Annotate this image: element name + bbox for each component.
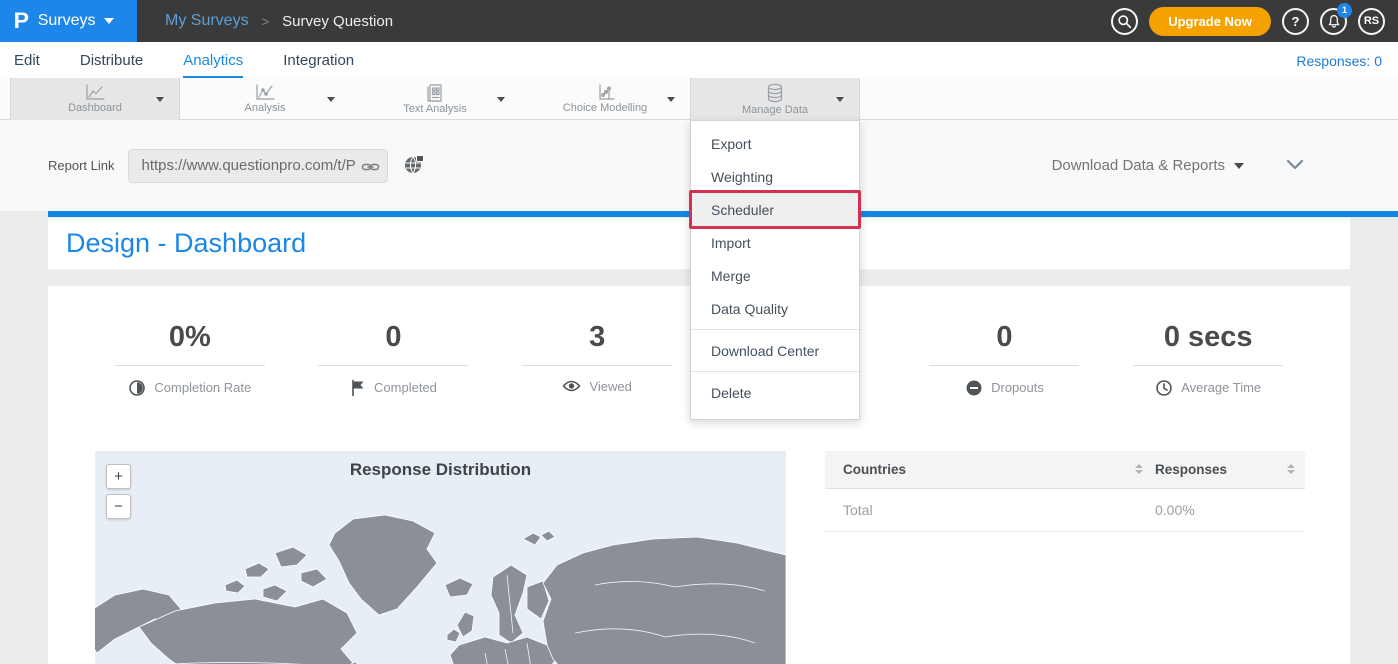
breadcrumb-current: Survey Question: [282, 13, 393, 30]
analysis-chart-icon: [255, 84, 275, 101]
tab-analysis[interactable]: Analysis: [180, 78, 350, 120]
total-responses-value: 0.00%: [1155, 502, 1305, 518]
countries-table: Countries Responses Total 0.00%: [825, 451, 1305, 532]
chevron-down-icon[interactable]: [497, 97, 505, 102]
menu-item-data-quality[interactable]: Data Quality: [691, 292, 859, 325]
responses-count: Responses: 0: [1296, 53, 1382, 78]
sort-countries-icon[interactable]: [1135, 464, 1143, 474]
minus-circle-icon: [965, 379, 983, 397]
report-link-field: [128, 149, 388, 183]
breadcrumb: My Surveys > Survey Question: [165, 12, 393, 30]
database-icon: [765, 83, 785, 103]
total-label: Total: [825, 502, 1155, 518]
breadcrumb-my-surveys[interactable]: My Surveys: [165, 12, 249, 30]
response-distribution-map: Response Distribution + −: [95, 451, 786, 664]
brand-label: Surveys: [38, 12, 96, 30]
search-button[interactable]: [1111, 8, 1138, 35]
completion-rate-icon: [128, 379, 146, 397]
top-bar: P Surveys My Surveys > Survey Question U…: [0, 0, 1398, 42]
menu-item-weighting[interactable]: Weighting: [691, 160, 859, 193]
globe-privacy-button[interactable]: [403, 153, 425, 178]
flag-icon: [350, 379, 366, 397]
table-row: Total 0.00%: [825, 489, 1305, 532]
menu-divider: [691, 371, 859, 372]
line-chart-icon: [85, 84, 105, 101]
report-link-input[interactable]: [129, 150, 387, 182]
countries-column-header: Countries: [843, 462, 906, 477]
nav-item-integration[interactable]: Integration: [283, 52, 354, 78]
notification-count-badge: 1: [1337, 3, 1352, 18]
nav-item-edit[interactable]: Edit: [14, 52, 40, 78]
link-icon[interactable]: [361, 158, 380, 181]
menu-item-download-center[interactable]: Download Center: [691, 334, 859, 367]
tab-manage-data[interactable]: Manage Data: [690, 78, 860, 120]
manage-data-dropdown-menu: Export Weighting Scheduler Import Merge …: [690, 120, 860, 420]
menu-item-export[interactable]: Export: [691, 127, 859, 160]
download-data-reports-dropdown[interactable]: Download Data & Reports: [1052, 157, 1244, 174]
page-title: Design - Dashboard: [66, 228, 306, 259]
scatter-chart-icon: [595, 84, 615, 101]
avatar[interactable]: RS: [1358, 8, 1385, 35]
chevron-down-icon[interactable]: [156, 97, 164, 102]
eye-icon: [562, 379, 581, 393]
app-logo-menu[interactable]: P Surveys: [0, 0, 137, 42]
stat-completed: 0 Completed: [292, 322, 496, 397]
analytics-toolbar: Dashboard Analysis Text Analysis Choice …: [0, 78, 1398, 120]
menu-item-delete[interactable]: Delete: [691, 376, 859, 409]
report-link-label: Report Link: [48, 158, 114, 173]
tab-text-analysis[interactable]: Text Analysis: [350, 78, 520, 120]
clock-icon: [1155, 379, 1173, 397]
globe-lock-icon: [403, 153, 425, 175]
questionpro-logo-icon: P: [14, 10, 29, 32]
chevron-down-icon[interactable]: [836, 97, 844, 102]
topbar-actions: Upgrade Now ? 1 RS: [1111, 7, 1398, 36]
menu-divider: [691, 329, 859, 330]
stat-average-time: 0 secs Average Time: [1106, 322, 1310, 397]
help-button[interactable]: ?: [1282, 8, 1309, 35]
world-map[interactable]: [95, 493, 786, 664]
nav-item-distribute[interactable]: Distribute: [80, 52, 143, 78]
tab-dashboard[interactable]: Dashboard: [10, 78, 180, 120]
upgrade-now-button[interactable]: Upgrade Now: [1149, 7, 1271, 36]
menu-item-scheduler[interactable]: Scheduler: [691, 193, 859, 226]
sort-responses-icon[interactable]: [1287, 464, 1295, 474]
stat-completion-rate: 0% Completion Rate: [88, 322, 292, 397]
report-bar-right: Download Data & Reports: [1052, 157, 1398, 175]
chevron-down-icon[interactable]: [327, 97, 335, 102]
chevron-down-icon[interactable]: [667, 97, 675, 102]
stat-viewed: 3 Viewed: [495, 322, 699, 397]
map-zoom-in-button[interactable]: +: [106, 464, 131, 489]
notifications-button[interactable]: 1: [1320, 8, 1347, 35]
chevron-down-icon: [104, 18, 114, 24]
menu-item-merge[interactable]: Merge: [691, 259, 859, 292]
countries-table-header: Countries Responses: [825, 451, 1305, 489]
survey-nav: Edit Distribute Analytics Integration Re…: [0, 42, 1398, 78]
menu-item-import[interactable]: Import: [691, 226, 859, 259]
chevron-down-icon: [1234, 163, 1244, 169]
search-icon: [1117, 14, 1132, 29]
responses-column-header: Responses: [1155, 462, 1227, 477]
stat-dropouts: 0 Dropouts: [903, 322, 1107, 397]
lower-row: Response Distribution + −: [48, 451, 1350, 664]
tab-choice-modelling[interactable]: Choice Modelling: [520, 78, 690, 120]
collapse-panel-chevron[interactable]: [1286, 157, 1304, 175]
nav-item-analytics[interactable]: Analytics: [183, 52, 243, 78]
document-grid-icon: [426, 84, 444, 102]
map-title: Response Distribution: [95, 451, 786, 480]
breadcrumb-separator: >: [262, 14, 270, 29]
